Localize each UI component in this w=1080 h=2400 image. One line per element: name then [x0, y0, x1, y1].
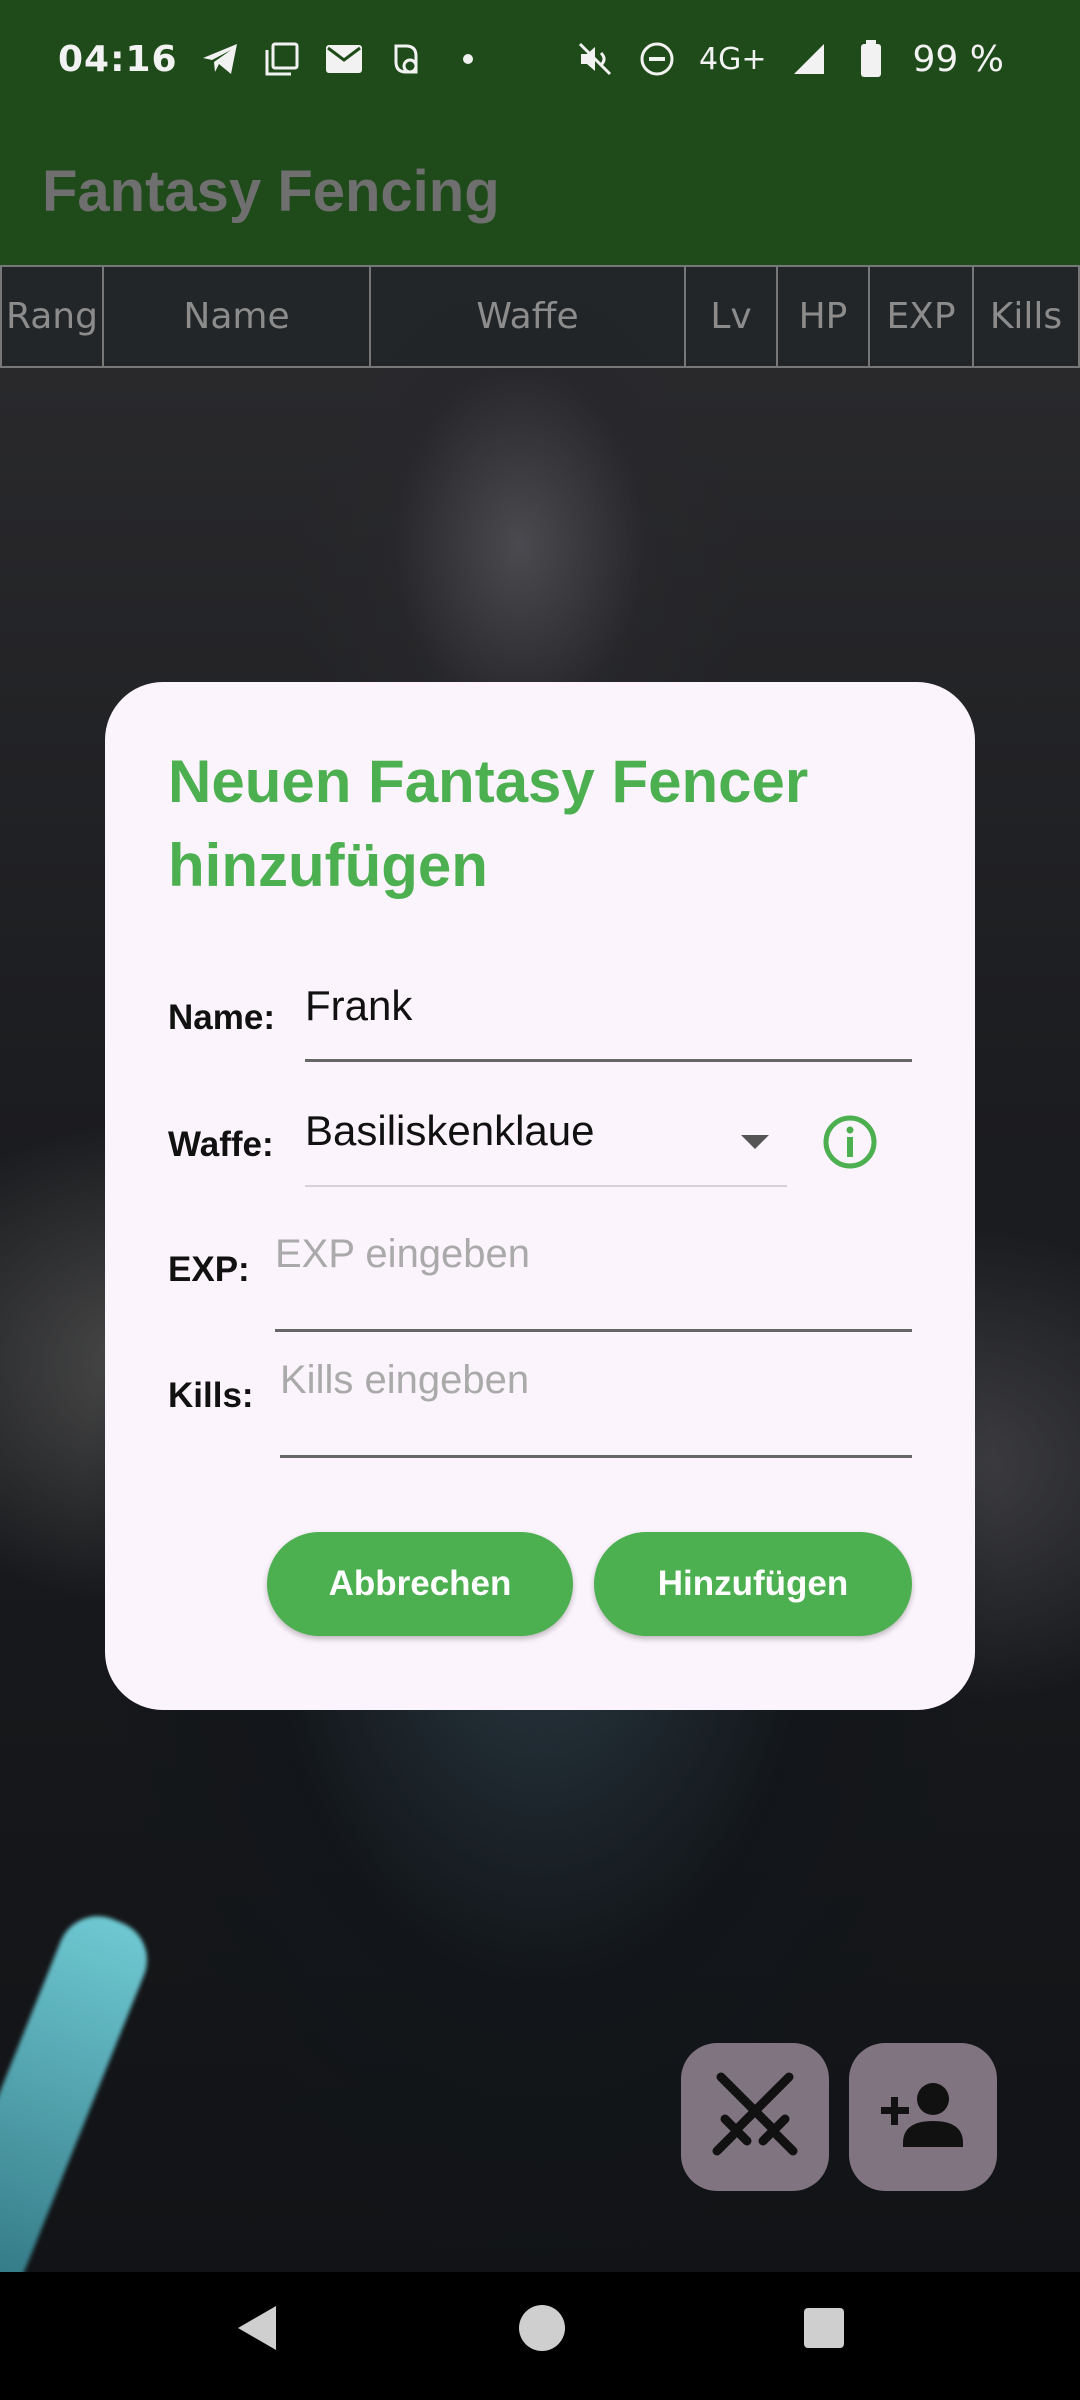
column-header-hp[interactable]: HP — [778, 267, 870, 366]
app-bar: Fantasy Fencing — [0, 118, 1080, 265]
battery-icon — [851, 39, 891, 79]
dialog-title: Neuen Fantasy Fencer hinzufügen — [168, 748, 809, 899]
column-header-rang[interactable]: Rang — [0, 267, 104, 366]
do-not-disturb-icon — [637, 39, 677, 79]
name-field[interactable]: Frank — [305, 982, 912, 1062]
back-icon[interactable] — [232, 2300, 280, 2360]
battle-button[interactable] — [681, 2043, 829, 2191]
battery-percent: 99 % — [912, 38, 1004, 80]
cancel-button[interactable]: Abbrechen — [267, 1532, 573, 1636]
chevron-down-icon — [741, 1135, 769, 1149]
crossed-swords-icon — [703, 2063, 807, 2171]
exp-placeholder: EXP eingeben — [275, 1232, 531, 1276]
exp-input[interactable]: EXP eingeben — [275, 1232, 912, 1332]
column-header-exp[interactable]: EXP — [870, 267, 974, 366]
ranking-table-header: Rang Name Waffe Lv HP EXP Kills — [0, 265, 1080, 368]
mail-icon — [324, 39, 364, 79]
weapon-value: Basiliskenklaue — [305, 1107, 595, 1154]
exp-label: EXP: — [168, 1250, 250, 1289]
kills-input[interactable]: Kills eingeben — [280, 1358, 912, 1458]
network-type: 4G+ — [699, 41, 767, 77]
home-icon[interactable] — [514, 2300, 570, 2360]
mute-icon — [575, 39, 615, 79]
signal-icon — [789, 39, 829, 79]
column-header-waffe[interactable]: Waffe — [371, 267, 686, 366]
app-title: Fantasy Fencing — [42, 159, 500, 224]
status-right: 4G+ 99 % — [575, 39, 1004, 80]
info-icon[interactable] — [822, 1114, 878, 1174]
name-label: Name: — [168, 998, 275, 1037]
kills-label: Kills: — [168, 1376, 254, 1415]
status-bar: 04:16 4G+ 99 % — [0, 0, 1080, 118]
column-header-lv[interactable]: Lv — [686, 267, 778, 366]
status-time: 04:16 — [58, 38, 178, 80]
recents-icon[interactable] — [800, 2300, 848, 2360]
system-nav-bar — [0, 2272, 1080, 2400]
app-notification-icon — [386, 39, 426, 79]
status-left: 04:16 — [58, 39, 488, 80]
column-header-kills[interactable]: Kills — [974, 267, 1080, 366]
name-value: Frank — [305, 982, 413, 1029]
weapon-dropdown[interactable]: Basiliskenklaue — [305, 1107, 787, 1187]
weapon-label: Waffe: — [168, 1125, 274, 1164]
more-dot-icon — [448, 39, 488, 79]
telegram-icon — [200, 39, 240, 79]
add-fencer-button[interactable] — [849, 2043, 997, 2191]
screen-copy-icon — [262, 39, 302, 79]
kills-placeholder: Kills eingeben — [280, 1358, 530, 1402]
column-header-name[interactable]: Name — [104, 267, 371, 366]
add-button[interactable]: Hinzufügen — [594, 1532, 912, 1636]
add-person-icon — [873, 2065, 973, 2169]
add-fencer-dialog: Neuen Fantasy Fencer hinzufügen Name: Fr… — [105, 682, 975, 1710]
